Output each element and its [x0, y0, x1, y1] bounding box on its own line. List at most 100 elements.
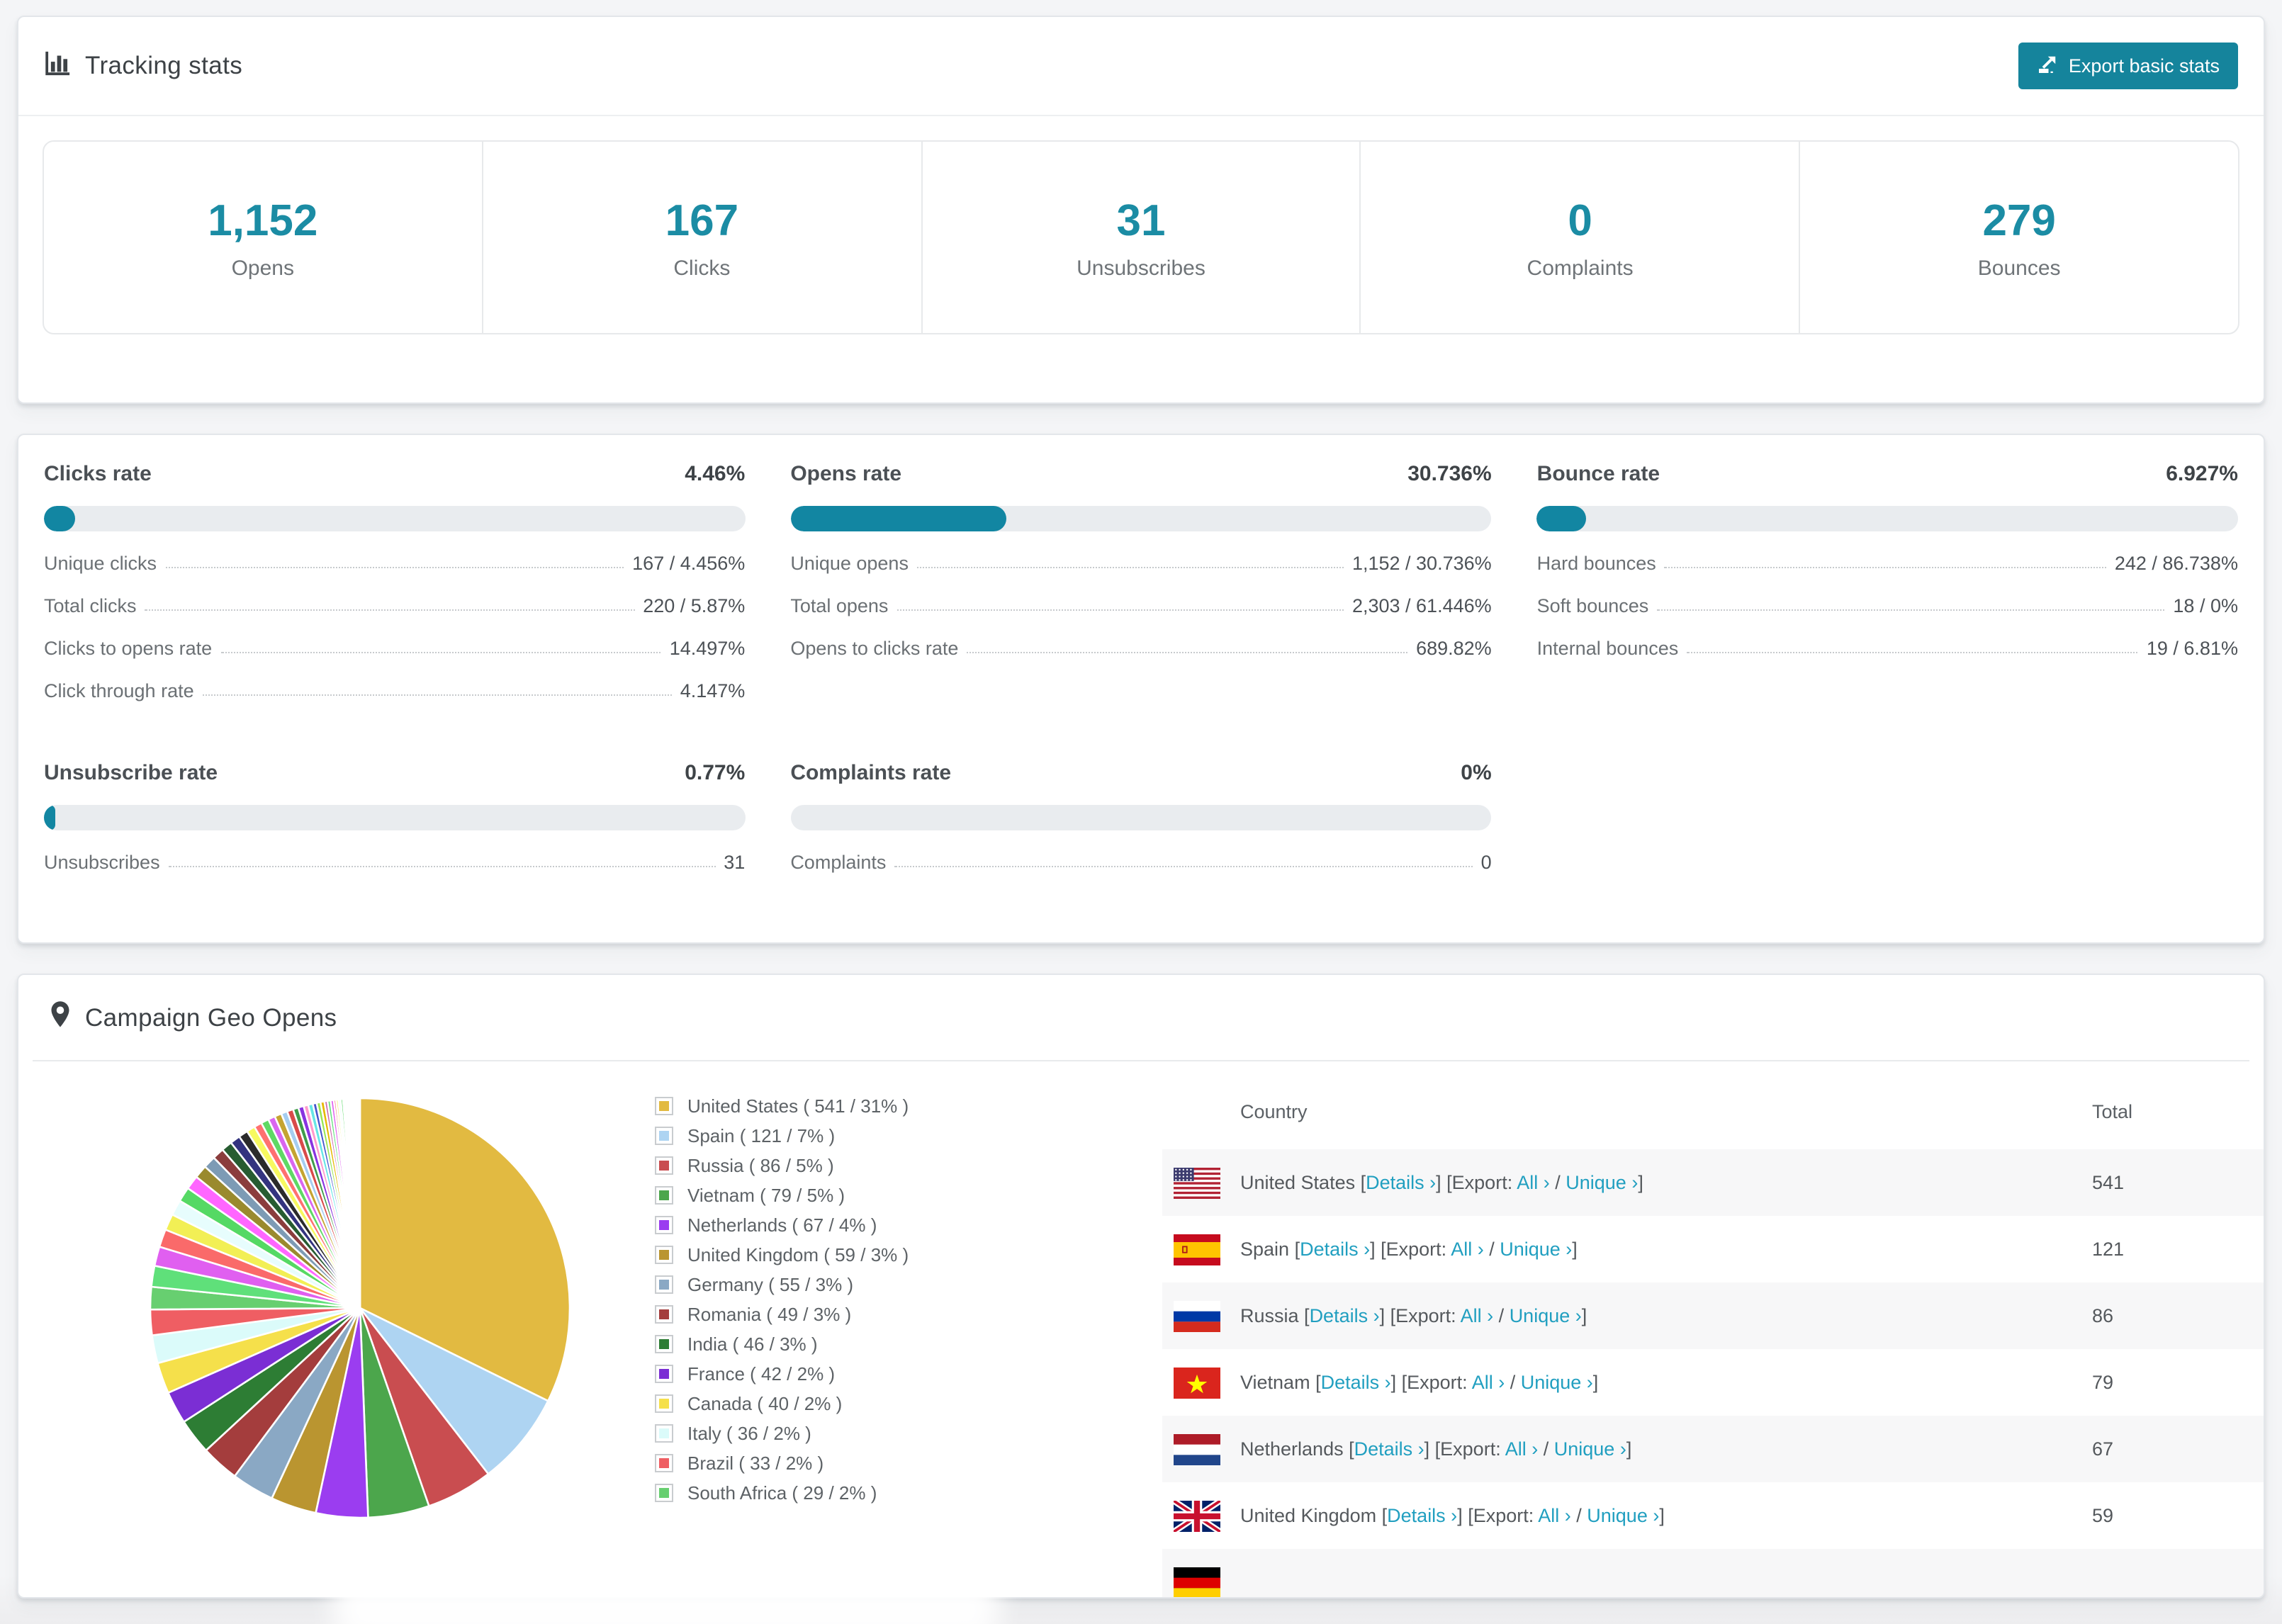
slash-text: / [1570, 1505, 1587, 1526]
details-link[interactable]: Details › [1354, 1438, 1424, 1460]
de-flag-icon [1174, 1567, 1220, 1597]
rate-card-header: Bounce rate 6.927% [1537, 462, 2238, 486]
geo-body: United States ( 541 / 31% ) Spain ( 121 /… [18, 1061, 2264, 1597]
rate-percent: 0% [1461, 761, 1492, 785]
export-all-link[interactable]: All › [1451, 1239, 1484, 1260]
export-all-link[interactable]: All › [1461, 1305, 1494, 1326]
bracket-text: ] [Export: [1379, 1305, 1461, 1326]
rate-detail-row: Hard bounces 242 / 86.738% [1537, 553, 2238, 574]
rate-detail-row: Soft bounces 18 / 0% [1537, 595, 2238, 616]
country-name: Russia [1240, 1305, 1305, 1326]
export-unique-link[interactable]: Unique › [1521, 1372, 1593, 1393]
details-link[interactable]: Details › [1300, 1239, 1370, 1260]
export-all-link[interactable]: All › [1517, 1172, 1550, 1193]
rates-grid: Clicks rate 4.46% Unique clicks 167 / 4.456… [18, 435, 2264, 900]
column-header-total: Total [2092, 1101, 2133, 1122]
bracket-text: ] [1572, 1239, 1578, 1260]
legend-swatch [655, 1246, 673, 1264]
legend-item: India ( 46 / 3% ) [655, 1333, 909, 1355]
details-link[interactable]: Details › [1387, 1505, 1457, 1526]
rate-detail-row: Click through rate 4.147% [44, 680, 745, 701]
legend-swatch [655, 1365, 673, 1383]
total-cell: 67 [2092, 1438, 2114, 1460]
export-all-link[interactable]: All › [1505, 1438, 1539, 1460]
stat-value: 1,152 [208, 195, 318, 244]
details-link[interactable]: Details › [1310, 1305, 1380, 1326]
rate-percent: 0.77% [685, 761, 746, 785]
progress-bar-fill [44, 506, 76, 531]
es-flag-icon [1174, 1234, 1220, 1265]
legend-label: Spain ( 121 / 7% ) [687, 1125, 836, 1146]
rate-detail-rows: Hard bounces 242 / 86.738% Soft bounces 18 … [1537, 553, 2238, 659]
country-name: United States [1240, 1172, 1361, 1193]
dotted-leader [894, 866, 1473, 867]
stat-box-unsubscribes: 31 Unsubscribes [922, 142, 1361, 333]
rate-card-bounce-rate: Bounce rate 6.927% Hard bounces 242 / 86.73… [1536, 462, 2238, 701]
bracket-text: [ [1381, 1505, 1388, 1526]
details-link[interactable]: Details › [1321, 1372, 1391, 1393]
vn-flag-icon [1174, 1367, 1220, 1398]
stat-label: Opens [231, 256, 294, 280]
export-unique-link[interactable]: Unique › [1566, 1172, 1638, 1193]
legend-item: United Kingdom ( 59 / 3% ) [655, 1244, 909, 1265]
geo-header: Campaign Geo Opens [18, 975, 2264, 1060]
detail-label: Unsubscribes [44, 852, 160, 873]
export-unique-link[interactable]: Unique › [1554, 1438, 1626, 1460]
details-link[interactable]: Details › [1366, 1172, 1436, 1193]
legend-swatch [655, 1424, 673, 1443]
dotted-leader [896, 609, 1344, 611]
total-cell: 121 [2092, 1239, 2125, 1260]
detail-label: Soft bounces [1536, 595, 1649, 616]
country-name: United Kingdom [1240, 1505, 1382, 1526]
rate-detail-row: Unsubscribes 31 [44, 852, 745, 873]
export-unique-link[interactable]: Unique › [1500, 1239, 1572, 1260]
legend-label: India ( 46 / 3% ) [687, 1333, 818, 1355]
legend-label: Russia ( 86 / 5% ) [687, 1155, 834, 1176]
detail-label: Click through rate [44, 680, 194, 701]
export-icon [2038, 53, 2059, 79]
bracket-text: ] [Export: [1457, 1505, 1539, 1526]
legend-swatch [655, 1156, 673, 1175]
rate-percent: 30.736% [1407, 462, 1492, 486]
export-unique-link[interactable]: Unique › [1510, 1305, 1582, 1326]
bracket-text: [ [1304, 1305, 1310, 1326]
legend-swatch [655, 1454, 673, 1472]
detail-label: Hard bounces [1536, 553, 1656, 574]
geo-pie-chart [146, 1094, 574, 1522]
legend-item: Italy ( 36 / 2% ) [655, 1423, 909, 1444]
tracking-stats-title: Tracking stats [85, 51, 243, 79]
tracking-stats-card: Tracking stats Export basic stats 1,152 O… [17, 16, 2265, 404]
legend-swatch [655, 1305, 673, 1324]
page: Tracking stats Export basic stats 1,152 O… [0, 0, 2282, 1624]
table-row-us: United States [Details ›] [Export: All ›… [1162, 1149, 2264, 1216]
export-unique-link[interactable]: Unique › [1587, 1505, 1659, 1526]
progress-bar [44, 805, 746, 830]
export-all-link[interactable]: All › [1472, 1372, 1505, 1393]
export-all-link[interactable]: All › [1538, 1505, 1571, 1526]
legend-swatch [655, 1127, 673, 1145]
geo-table-header: Country Total [1162, 1101, 2264, 1134]
legend-swatch [655, 1484, 673, 1502]
geo-table-rows: United States [Details ›] [Export: All ›… [1162, 1149, 2264, 1597]
stat-box-complaints: 0 Complaints [1361, 142, 1801, 333]
table-row-es: Spain [Details ›] [Export: All › / Uniqu… [1162, 1216, 2264, 1282]
pie-svg [149, 1097, 571, 1519]
legend-item: France ( 42 / 2% ) [655, 1363, 909, 1385]
slash-text: / [1505, 1372, 1521, 1393]
rate-detail-row: Complaints 0 [790, 852, 1491, 873]
slash-text: / [1549, 1172, 1566, 1193]
rate-title: Unsubscribe rate [44, 761, 218, 785]
rate-detail-row: Unique clicks 167 / 4.456% [44, 553, 745, 574]
detail-value: 31 [724, 852, 746, 873]
country-name: Vietnam [1240, 1372, 1316, 1393]
detail-label: Unique clicks [44, 553, 157, 574]
export-basic-stats-button[interactable]: Export basic stats [2018, 43, 2238, 89]
stat-value: 279 [1982, 195, 2056, 244]
dotted-leader [1664, 567, 2106, 568]
rate-detail-rows: Unique opens 1,152 / 30.736% Total opens 2,… [790, 553, 1491, 659]
bracket-text: ] [1659, 1505, 1665, 1526]
legend-item: Netherlands ( 67 / 4% ) [655, 1214, 909, 1236]
total-cell: 59 [2092, 1505, 2114, 1526]
dotted-leader [967, 652, 1408, 653]
detail-label: Total clicks [44, 595, 137, 616]
